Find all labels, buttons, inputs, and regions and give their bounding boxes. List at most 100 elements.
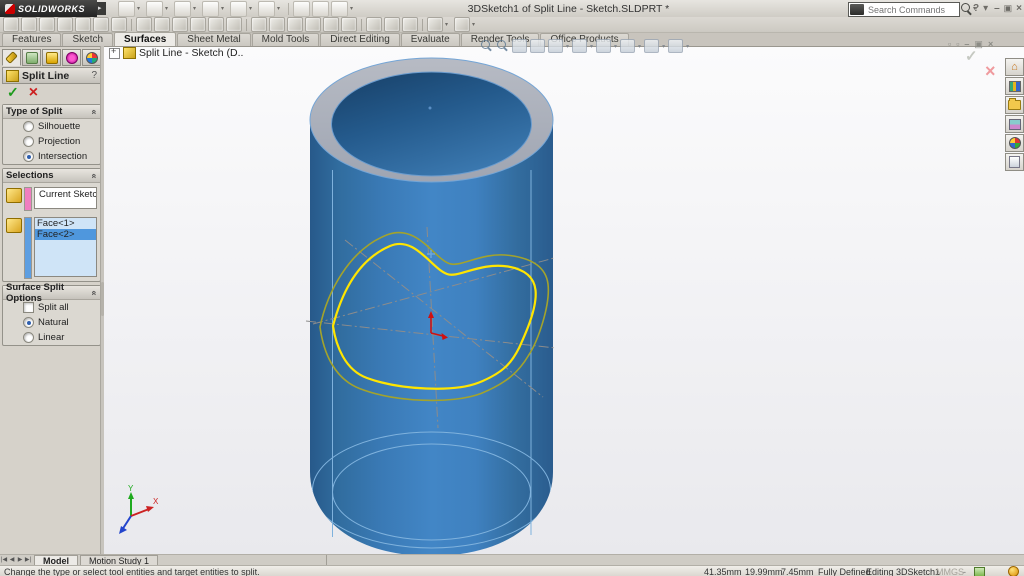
splitter-grip[interactable] [101, 282, 104, 316]
help-label[interactable]: ? [91, 70, 97, 81]
toolbar-options-dropdown-icon[interactable] [350, 2, 357, 16]
new-icon[interactable] [118, 1, 135, 17]
dimxpert-manager-tab[interactable] [62, 49, 81, 66]
cut-with-surface-icon[interactable] [323, 17, 339, 32]
tab-features[interactable]: Features [2, 33, 61, 46]
new-window-icon[interactable] [948, 39, 951, 49]
projection-radio[interactable] [23, 136, 34, 147]
group-header[interactable]: Surface Split Options [3, 286, 100, 300]
open-icon[interactable] [146, 1, 163, 17]
rebuild-icon[interactable] [293, 1, 310, 17]
first-tab-icon[interactable] [0, 556, 8, 565]
ok-button[interactable] [7, 84, 19, 101]
file-explorer-tab[interactable] [1005, 96, 1024, 114]
solidworks-resources-tab[interactable] [1005, 58, 1024, 76]
offset-surface-icon[interactable] [136, 17, 152, 32]
print-dropdown-icon[interactable] [221, 2, 228, 16]
undo-dropdown-icon[interactable] [249, 2, 256, 16]
previous-tab-icon[interactable] [8, 556, 16, 565]
list-item[interactable]: Face<1> [35, 218, 96, 229]
model-tab[interactable]: Model [34, 555, 78, 566]
list-item-selected[interactable]: Face<2> [35, 229, 96, 240]
view-settings-icon[interactable] [668, 39, 683, 53]
extend-surface-icon[interactable] [208, 17, 224, 32]
tab-sketch[interactable]: Sketch [62, 33, 113, 46]
zoom-to-fit-icon[interactable] [480, 40, 493, 52]
thickened-cut-icon[interactable] [305, 17, 321, 32]
sketch-selection-list[interactable]: Current Sketch. [34, 187, 97, 209]
tab-evaluate[interactable]: Evaluate [401, 33, 460, 46]
graphics-viewport[interactable]: Y X [103, 46, 1024, 554]
help-dropdown-icon[interactable] [983, 3, 990, 15]
confirmation-corner-ok-icon[interactable] [965, 47, 978, 65]
motion-study-tab[interactable]: Motion Study 1 [80, 555, 158, 566]
display-manager-tab[interactable] [82, 49, 101, 66]
next-tab-icon[interactable] [16, 556, 24, 565]
apply-scene-dropdown-icon[interactable] [662, 43, 665, 50]
feature-manager-tree-tab[interactable] [22, 49, 41, 66]
split-all-checkbox[interactable] [23, 302, 34, 313]
draft-analysis-icon[interactable] [427, 17, 443, 32]
view-orientation-icon[interactable] [548, 39, 563, 53]
search-icon[interactable] [960, 3, 973, 15]
menu-flyout-icon[interactable] [97, 2, 106, 15]
face-selection-list[interactable]: Face<1> Face<2> [34, 217, 97, 277]
natural-option[interactable]: Natural [3, 315, 100, 330]
open-dropdown-icon[interactable] [165, 2, 172, 16]
display-style-icon[interactable] [572, 39, 587, 53]
lofted-surface-icon[interactable] [57, 17, 73, 32]
tab-surfaces[interactable]: Surfaces [114, 32, 176, 46]
draft-analysis-dropdown-icon[interactable] [445, 18, 452, 32]
previous-view-icon[interactable] [512, 39, 527, 53]
confirmation-corner-cancel-icon[interactable] [985, 61, 996, 82]
delete-face-icon[interactable] [172, 17, 188, 32]
fillet-icon[interactable] [341, 17, 357, 32]
cascade-windows-icon[interactable] [956, 39, 959, 49]
thicken-icon[interactable] [287, 17, 303, 32]
revolved-surface-icon[interactable] [21, 17, 37, 32]
linear-radio[interactable] [23, 332, 34, 343]
extruded-surface-icon[interactable] [3, 17, 19, 32]
property-manager-tab[interactable] [2, 49, 21, 66]
hide-show-items-dropdown-icon[interactable] [614, 43, 617, 50]
new-dropdown-icon[interactable] [137, 2, 144, 16]
group-header[interactable]: Selections [3, 169, 100, 183]
natural-radio[interactable] [23, 317, 34, 328]
intersection-option[interactable]: Intersection [3, 149, 100, 164]
move-face-icon[interactable] [454, 17, 470, 32]
silhouette-option[interactable]: Silhouette [3, 119, 100, 134]
show-display-pane-icon[interactable] [312, 1, 329, 17]
edit-appearance-icon[interactable] [620, 39, 635, 53]
restore-icon[interactable] [1004, 2, 1013, 15]
collapse-chevron-icon[interactable] [89, 109, 99, 114]
group-header[interactable]: Type of Split [3, 105, 100, 119]
tag-icon[interactable] [974, 567, 985, 576]
help-icon[interactable] [973, 3, 979, 15]
search-scope-icon[interactable] [850, 4, 864, 15]
ruled-surface-icon[interactable] [154, 17, 170, 32]
tab-direct-editing[interactable]: Direct Editing [320, 33, 399, 46]
list-item[interactable]: Current Sketch. [37, 189, 94, 200]
select-dropdown-icon[interactable] [277, 2, 284, 16]
view-orientation-dropdown-icon[interactable] [566, 43, 569, 50]
close-icon[interactable] [1016, 3, 1022, 15]
unit-system[interactable]: MMGS [936, 567, 964, 576]
file-properties-icon[interactable] [331, 1, 348, 17]
zoom-to-area-icon[interactable] [496, 40, 509, 52]
undo-icon[interactable] [230, 1, 247, 17]
minimize-icon[interactable] [994, 3, 1000, 15]
knit-surface-icon[interactable] [269, 17, 285, 32]
appearances-scenes-tab[interactable] [1005, 134, 1024, 152]
cancel-button[interactable] [29, 84, 38, 102]
split-line-icon[interactable] [384, 17, 400, 32]
replace-face-icon[interactable] [190, 17, 206, 32]
display-style-dropdown-icon[interactable] [590, 43, 593, 50]
design-library-tab[interactable] [1005, 77, 1024, 95]
print-icon[interactable] [202, 1, 219, 17]
edit-appearance-dropdown-icon[interactable] [638, 43, 641, 50]
intersection-radio[interactable] [23, 151, 34, 162]
move-face-dropdown-icon[interactable] [472, 18, 479, 32]
planar-surface-icon[interactable] [111, 17, 127, 32]
quick-tips-icon[interactable] [1008, 566, 1019, 576]
search-commands-box[interactable] [848, 2, 960, 17]
